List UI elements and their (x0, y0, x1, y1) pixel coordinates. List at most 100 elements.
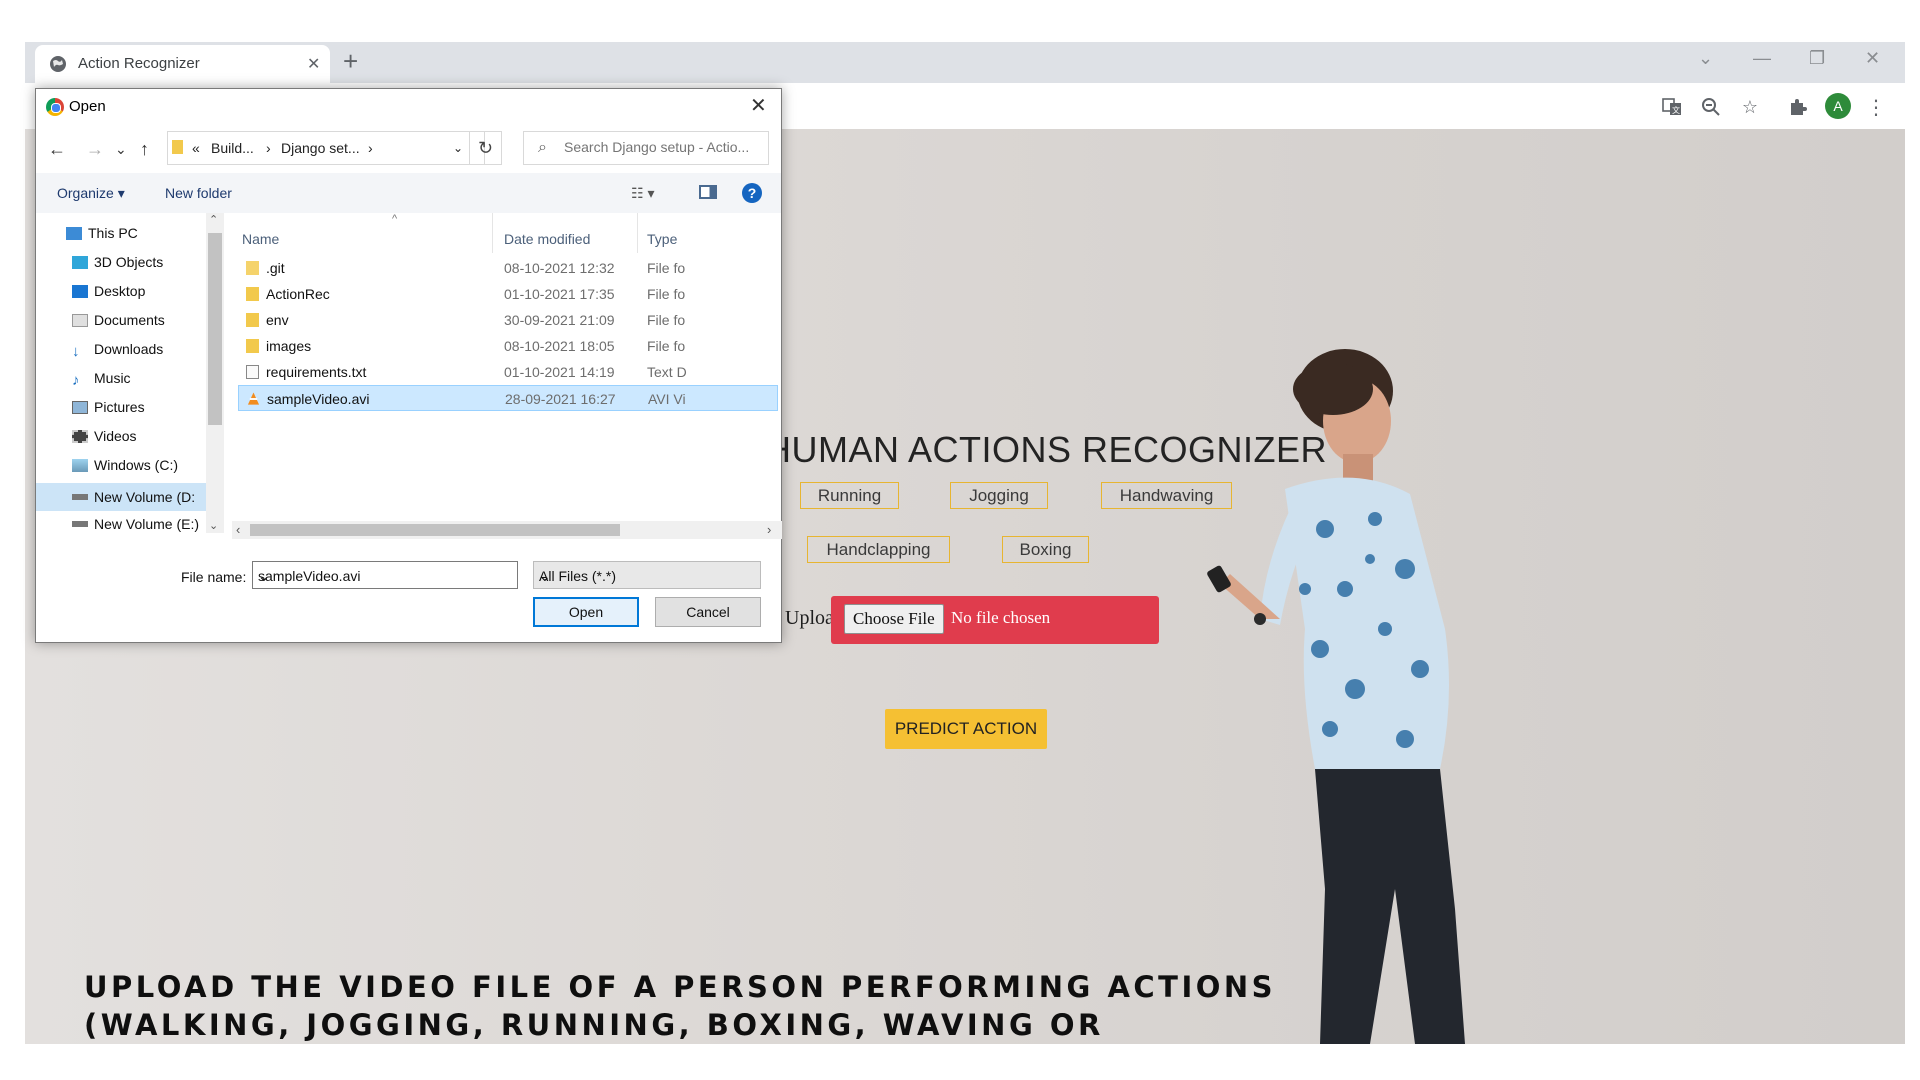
documents-icon (72, 314, 88, 327)
nav-pane-scrollbar[interactable]: ⌃ ⌄ (206, 213, 224, 533)
back-arrow-icon[interactable]: ← (48, 139, 66, 160)
command-bar: Organize ▾ New folder ☷ ▾ ? (36, 173, 781, 213)
file-name: requirements.txt (266, 364, 367, 380)
file-type-filter[interactable]: All Files (*.*) ⌄ (533, 561, 761, 589)
organize-menu[interactable]: Organize ▾ (57, 185, 125, 202)
choose-file-button[interactable]: Choose File (844, 604, 944, 634)
file-row-env[interactable]: env 30-09-2021 21:09 File fo (238, 307, 778, 333)
column-header-type[interactable]: Type (647, 231, 677, 247)
nav-item-desktop[interactable]: Desktop (72, 283, 145, 311)
chevron-right-icon: › (368, 140, 373, 156)
file-row-samplevideo[interactable]: sampleVideo.avi 28-09-2021 16:27 AVI Vi (238, 385, 778, 411)
action-chip-running: Running (800, 482, 899, 509)
preview-pane-icon[interactable] (699, 185, 717, 199)
file-row-git[interactable]: .git 08-10-2021 12:32 File fo (238, 255, 778, 281)
action-chip-handclapping: Handclapping (807, 536, 950, 563)
file-name-input[interactable]: sampleVideo.avi ⌄ (252, 561, 518, 589)
nav-item-3d-objects[interactable]: 3D Objects (72, 254, 163, 282)
nav-item-videos[interactable]: Videos (72, 428, 137, 456)
bookmark-star-icon[interactable]: ☆ (1738, 95, 1762, 119)
nav-item-this-pc[interactable]: This PC (66, 225, 138, 253)
download-icon: ↓ (72, 343, 80, 360)
navigation-pane: This PC 3D Objects Desktop Documents ↓ Do… (36, 213, 226, 533)
new-tab-button[interactable]: + (343, 48, 358, 74)
nav-item-label: Desktop (94, 283, 146, 299)
file-type: File fo (647, 338, 686, 354)
nav-item-new-volume-d[interactable]: New Volume (D: (36, 483, 206, 511)
column-divider[interactable] (492, 213, 493, 253)
refresh-icon[interactable]: ↻ (469, 131, 502, 165)
zoom-out-icon[interactable] (1699, 95, 1723, 119)
search-box[interactable]: ⌕ (523, 131, 769, 165)
nav-item-music[interactable]: ♪ Music (72, 370, 131, 398)
cancel-button[interactable]: Cancel (655, 597, 761, 627)
close-window-button[interactable]: ✕ (1865, 48, 1880, 69)
file-name-label: File name: (181, 569, 247, 585)
column-divider[interactable] (637, 213, 638, 253)
file-row-actionrec[interactable]: ActionRec 01-10-2021 17:35 File fo (238, 281, 778, 307)
forward-arrow-icon[interactable]: → (86, 139, 104, 160)
tab-close-icon[interactable]: ✕ (307, 54, 320, 74)
chevron-down-icon[interactable]: ⌄ (453, 141, 463, 155)
search-input[interactable] (564, 139, 764, 155)
file-type: File fo (647, 312, 686, 328)
recent-locations-icon[interactable]: ⌄ (115, 141, 127, 158)
action-chip-jogging: Jogging (950, 482, 1048, 509)
tab-search-icon[interactable]: ⌄ (1698, 48, 1713, 69)
nav-item-downloads[interactable]: ↓ Downloads (72, 341, 163, 369)
help-icon[interactable]: ? (742, 183, 762, 203)
chevron-down-icon[interactable]: ⌄ (539, 568, 754, 585)
predict-action-button[interactable]: PREDICT ACTION (885, 709, 1047, 749)
file-list-scrollbar[interactable]: ‹ › (232, 521, 782, 539)
pc-icon (66, 227, 82, 240)
text-file-icon (246, 365, 259, 379)
nav-item-windows-c[interactable]: Windows (C:) (72, 457, 178, 485)
scrollbar-thumb[interactable] (250, 524, 620, 536)
scroll-right-icon[interactable]: › (767, 522, 771, 537)
address-bar[interactable]: « Build... › Django set... › ⌄ (167, 131, 485, 165)
translate-icon[interactable]: 文 (1660, 95, 1684, 119)
nav-item-label: Music (94, 370, 131, 386)
menu-kebab-icon[interactable]: ⋮ (1864, 95, 1888, 119)
cube-icon (72, 256, 88, 269)
file-name: sampleVideo.avi (267, 391, 370, 407)
extensions-puzzle-icon[interactable] (1786, 95, 1810, 119)
scroll-up-icon[interactable]: ⌃ (209, 213, 218, 226)
profile-avatar[interactable]: A (1825, 93, 1851, 119)
file-row-requirements[interactable]: requirements.txt 01-10-2021 14:19 Text D (238, 359, 778, 385)
new-folder-button[interactable]: New folder (165, 185, 232, 201)
drive-icon (72, 494, 88, 500)
column-header-date[interactable]: Date modified (504, 231, 590, 247)
nav-item-label: Videos (94, 428, 137, 444)
svg-text:文: 文 (1672, 105, 1680, 115)
open-button[interactable]: Open (533, 597, 639, 627)
breadcrumb-build[interactable]: Build... (211, 140, 254, 156)
nav-item-documents[interactable]: Documents (72, 312, 165, 340)
chevron-right-icon: › (266, 140, 271, 156)
restore-button[interactable]: ❐ (1809, 48, 1825, 69)
folder-icon (246, 313, 259, 327)
scroll-left-icon[interactable]: ‹ (236, 522, 240, 537)
instructions-caption: Upload the video file of a person perfor… (84, 970, 1277, 1042)
breadcrumb-django-setup[interactable]: Django set... (281, 140, 360, 156)
view-options-icon[interactable]: ☷ ▾ (631, 185, 654, 202)
scrollbar-thumb[interactable] (208, 233, 222, 425)
nav-item-pictures[interactable]: Pictures (72, 399, 145, 427)
chevron-down-icon[interactable]: ⌄ (258, 568, 511, 585)
file-type: Text D (647, 364, 687, 380)
file-date: 08-10-2021 18:05 (504, 338, 615, 354)
up-arrow-icon[interactable]: ↑ (140, 139, 149, 160)
nav-item-new-volume-e[interactable]: New Volume (E:) (72, 516, 199, 544)
breadcrumb-overflow[interactable]: « (192, 140, 200, 156)
file-date: 30-09-2021 21:09 (504, 312, 615, 328)
scroll-down-icon[interactable]: ⌄ (209, 519, 218, 532)
dialog-close-icon[interactable]: ✕ (750, 93, 767, 118)
minimize-button[interactable]: — (1753, 48, 1771, 69)
nav-item-label: Downloads (94, 341, 164, 357)
open-file-dialog: Open ✕ ← → ⌄ ↑ « Build... › Django set..… (35, 88, 782, 643)
file-row-images[interactable]: images 08-10-2021 18:05 File fo (238, 333, 778, 359)
file-type: File fo (647, 286, 686, 302)
column-header-name[interactable]: Name (242, 231, 279, 247)
tab-action-recognizer[interactable]: Action Recognizer ✕ (35, 45, 330, 83)
nav-item-label: New Volume (D: (94, 489, 196, 505)
